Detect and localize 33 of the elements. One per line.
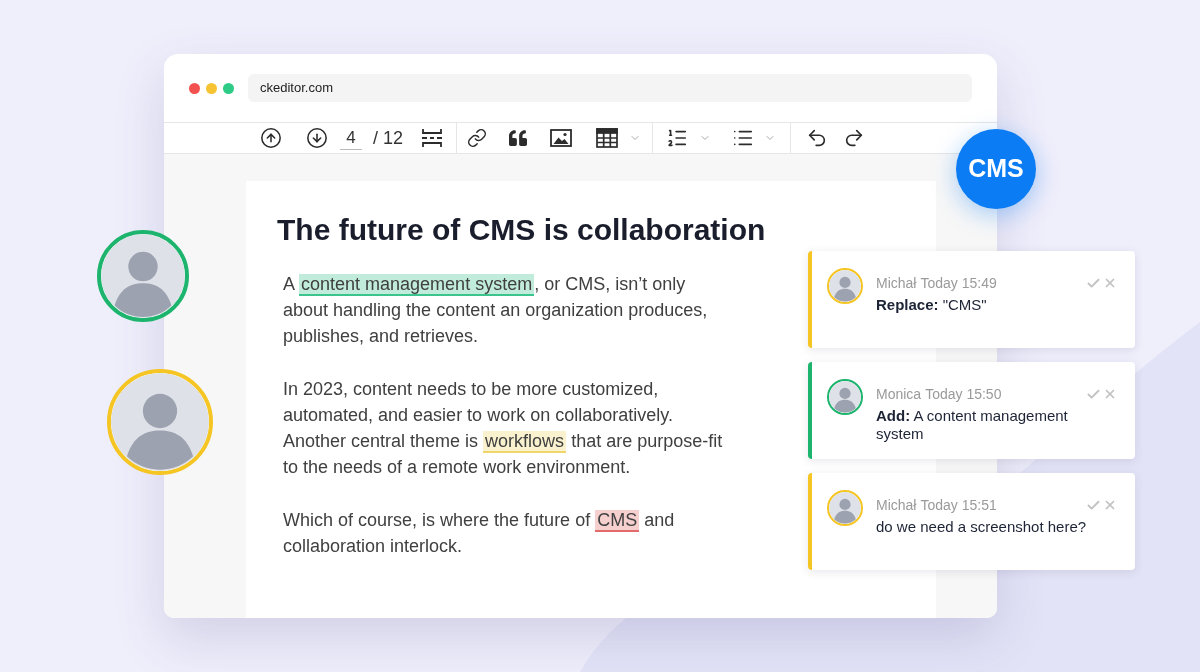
comment-time: Today 15:49 [920,273,997,293]
circle-arrow-up-icon[interactable] [260,127,282,149]
image-icon[interactable] [550,129,573,147]
quote-icon[interactable] [509,129,528,147]
cms-badge: CMS [956,129,1036,209]
page-break-icon[interactable] [421,127,444,149]
link-icon[interactable] [467,128,488,148]
page-number-field[interactable]: 4 [340,126,362,150]
close-icon[interactable] [1103,276,1117,290]
highlighted-text[interactable]: workflows [483,431,567,453]
numbered-list-icon[interactable] [666,127,689,149]
comment-text: Replace: "CMS" [876,296,988,314]
address-field[interactable]: ckeditor.com [248,74,972,102]
comment-author: Michał [876,273,917,293]
document-title: The future of CMS is collaboration [277,213,767,247]
comment-text: Add: A content management system [876,407,1069,443]
comment-author: Monica [876,384,922,404]
paragraph: A content management system, or CMS, isn’t only about handling the content an organization produces, publishes, and retrieves. [283,273,709,348]
highlighted-text[interactable]: content management system [299,274,535,296]
comment-text: do we need a screenshot here? [876,518,1088,536]
close-icon[interactable] [1103,498,1117,512]
window-close-button[interactable] [189,82,200,94]
circle-arrow-down-icon[interactable] [306,127,328,149]
highlighted-text[interactable]: CMS [595,510,640,532]
comment-author: Michał [876,495,917,515]
paragraph: Which of course, is where the future of CMS and collaboration interlock. [283,509,676,558]
paragraph: In 2023, content needs to be more customized, automated, and easier to work on collaboratively. Another central theme is workflows that are purpose-fit to the needs of a remote work environment. [283,378,724,479]
window-maximize-button[interactable] [223,82,234,94]
comment-time: Today 15:50 [925,384,1002,404]
page-count: / 12 [373,126,404,150]
comment-time: Today 15:51 [920,495,997,515]
table-icon[interactable] [596,128,619,148]
close-icon[interactable] [1103,387,1117,401]
